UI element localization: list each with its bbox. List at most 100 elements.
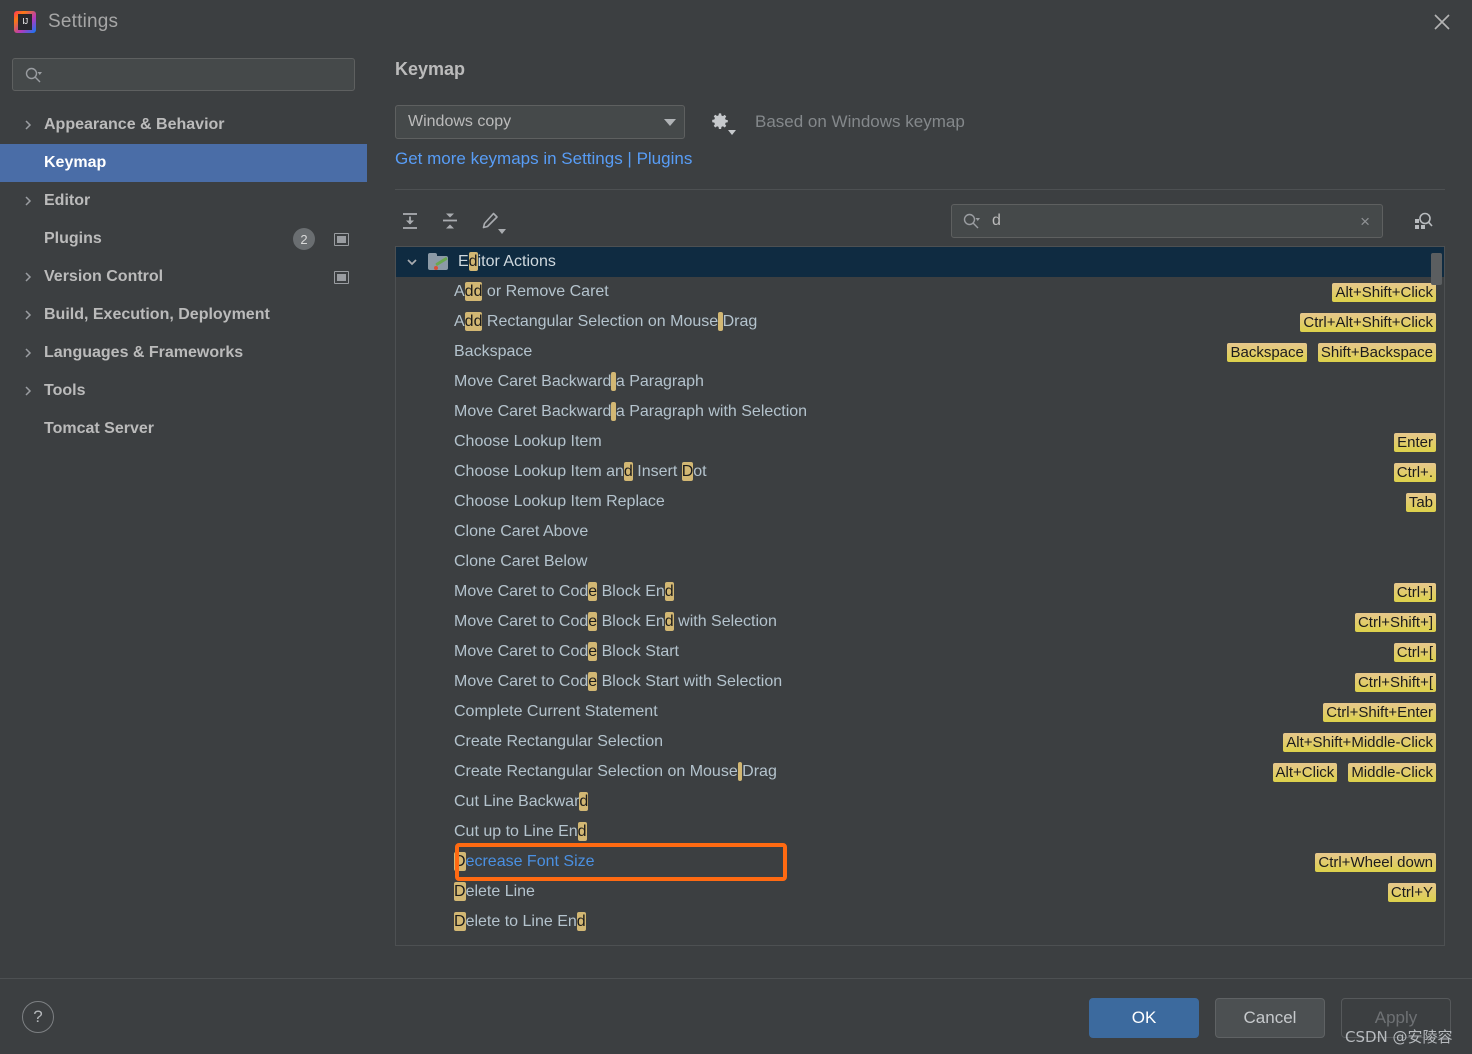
shortcut-chip: Ctrl+Alt+Shift+Click <box>1300 312 1436 332</box>
tree-action-row[interactable]: Delete Line Ctrl+Y <box>396 877 1444 907</box>
chevron-right-icon <box>22 271 44 283</box>
clear-search-icon[interactable]: × <box>1360 213 1370 230</box>
app-logo-text: IJ <box>22 17 28 26</box>
tree-action-row[interactable]: Move Caret to Code Block End Ctrl+] <box>396 577 1444 607</box>
sidebar-search-input[interactable] <box>50 66 354 83</box>
expand-all-icon[interactable] <box>393 204 427 238</box>
sidebar-item-languages-and-frameworks[interactable]: Languages & Frameworks <box>0 334 367 372</box>
get-more-keymaps-link[interactable]: Get more keymaps in Settings | Plugins <box>395 149 692 169</box>
search-match-highlight: dd <box>464 312 483 331</box>
search-match-highlight: d <box>577 822 587 841</box>
search-match-highlight: d <box>623 462 633 481</box>
search-match-highlight <box>718 312 723 331</box>
tree-row-label: Delete to Line End <box>454 912 586 931</box>
sidebar-item-editor[interactable]: Editor <box>0 182 367 220</box>
chevron-right-icon <box>22 309 44 321</box>
tree-row-label: Move Caret to Code Block End <box>454 582 674 601</box>
tree-scrollbar[interactable] <box>1430 248 1443 945</box>
tree-action-row[interactable]: Cut up to Line End <box>396 817 1444 847</box>
search-match-highlight <box>611 372 616 391</box>
app-logo-icon: IJ <box>14 11 36 33</box>
search-match-highlight: D <box>454 852 466 871</box>
ok-button[interactable]: OK <box>1089 998 1199 1038</box>
sidebar-item-tools[interactable]: Tools <box>0 372 367 410</box>
tree-action-row[interactable]: Backspace Backspace Shift+Backspace <box>396 337 1444 367</box>
tree-row-label: Create Rectangular Selection <box>454 733 664 750</box>
tree-action-row[interactable]: Add or Remove Caret Alt+Shift+Click <box>396 277 1444 307</box>
title-bar: IJ Settings <box>0 0 1472 44</box>
tree-action-row[interactable]: Move Caret to Code Block Start with Sele… <box>396 667 1444 697</box>
tree-action-row[interactable]: Delete to Line End <box>396 907 1444 937</box>
sidebar-item-build-execution-deployment[interactable]: Build, Execution, Deployment <box>0 296 367 334</box>
shortcut-chip: Backspace <box>1227 342 1307 362</box>
tree-action-row[interactable]: Clone Caret Above <box>396 517 1444 547</box>
sidebar-item-label: Appearance & Behavior <box>44 116 225 133</box>
keymap-actions-tree[interactable]: Editor Actions Add or Remove Caret Alt+Shi… <box>395 246 1445 946</box>
settings-sidebar: Appearance & Behavior Keymap Editor Plug… <box>0 44 367 978</box>
find-by-shortcut-icon[interactable] <box>1407 206 1439 236</box>
tree-action-row[interactable]: Move Caret Backward a Paragraph <box>396 367 1444 397</box>
window-title: Settings <box>48 11 119 32</box>
tree-action-row[interactable]: Create Rectangular Selection Alt+Shift+Mi… <box>396 727 1444 757</box>
chevron-right-icon <box>22 195 44 207</box>
sidebar-item-keymap[interactable]: Keymap <box>0 144 367 182</box>
close-icon[interactable] <box>1412 0 1472 44</box>
tree-row-label: Add or Remove Caret <box>454 282 609 301</box>
keymap-panel: Keymap Windows copy Based on Windows key… <box>367 44 1472 978</box>
collapse-all-icon[interactable] <box>433 204 467 238</box>
tree-action-row[interactable]: Choose Lookup Item Replace Tab <box>396 487 1444 517</box>
tree-row-shortcuts: Ctrl+Y <box>1387 882 1436 902</box>
tree-row-label: Choose Lookup Item Replace <box>454 493 665 510</box>
sidebar-item-tomcat-server[interactable]: Tomcat Server <box>0 410 367 448</box>
sidebar-item-version-control[interactable]: Version Control <box>0 258 367 296</box>
project-scope-icon <box>334 232 349 246</box>
tree-group-row[interactable]: Editor Actions <box>396 247 1444 277</box>
sidebar-item-label: Editor <box>44 192 91 209</box>
tree-action-row[interactable]: Move Caret to Code Block End with Select… <box>396 607 1444 637</box>
chevron-down-icon <box>498 229 506 234</box>
tree-action-row[interactable]: Choose Lookup Item Enter <box>396 427 1444 457</box>
chevron-right-icon <box>22 347 44 359</box>
gear-icon[interactable] <box>707 109 736 135</box>
keymap-search-value: d <box>992 212 1001 229</box>
tree-row-label: Choose Lookup Item and Insert Dot <box>454 462 707 481</box>
edit-pencil-icon[interactable] <box>473 204 507 238</box>
keymap-select-value: Windows copy <box>408 113 512 130</box>
keymap-select[interactable]: Windows copy <box>395 105 685 139</box>
tree-action-row[interactable]: Complete Current Statement Ctrl+Shift+Ent… <box>396 697 1444 727</box>
sidebar-item-plugins[interactable]: Plugins 2 <box>0 220 367 258</box>
page-title: Keymap <box>395 59 466 79</box>
tree-action-row[interactable]: Create Rectangular Selection on Mouse Dr… <box>396 757 1444 787</box>
tree-row-label: Move Caret Backward a Paragraph <box>454 372 704 391</box>
tree-action-row[interactable]: Move Caret Backward a Paragraph with Sel… <box>396 397 1444 427</box>
project-scope-icon <box>334 270 349 284</box>
tree-row-label: Choose Lookup Item <box>454 433 602 450</box>
shortcut-chip: Ctrl+Wheel down <box>1315 852 1436 872</box>
search-match-highlight: e <box>588 642 598 661</box>
sidebar-search-box[interactable] <box>12 58 355 91</box>
tree-action-row[interactable]: Add Rectangular Selection on Mouse Drag C… <box>396 307 1444 337</box>
sidebar-item-appearance-and-behavior[interactable]: Appearance & Behavior <box>0 106 367 144</box>
based-on-label: Based on Windows keymap <box>755 112 965 131</box>
chevron-right-icon <box>22 385 44 397</box>
tree-action-row[interactable]: Move Caret to Code Block Start Ctrl+[ <box>396 637 1444 667</box>
settings-dialog: IJ Settings Appearance & Behavior Keymap… <box>0 0 1472 1054</box>
search-icon <box>962 212 980 230</box>
tree-action-row[interactable]: Choose Lookup Item and Insert Dot Ctrl+. <box>396 457 1444 487</box>
sidebar-item-label: Plugins <box>44 230 102 247</box>
search-match-highlight: d <box>664 612 674 631</box>
help-button[interactable]: ? <box>22 1001 54 1033</box>
tree-action-row[interactable]: Cut Line Backward <box>396 787 1444 817</box>
sidebar-item-label: Tomcat Server <box>44 420 154 437</box>
keymap-search-box[interactable]: d × <box>951 204 1383 238</box>
chevron-down-icon[interactable] <box>396 255 428 269</box>
cancel-button[interactable]: Cancel <box>1215 998 1325 1038</box>
tree-scrollbar-thumb[interactable] <box>1431 253 1442 285</box>
watermark: CSDN @安陵容 <box>1345 1028 1453 1046</box>
editor-actions-folder-icon <box>428 253 450 271</box>
tree-row-label: Cut Line Backward <box>454 792 589 811</box>
tree-row-shortcuts: Alt+Click Middle-Click <box>1272 762 1436 782</box>
tree-action-row[interactable]: Clone Caret Below <box>396 547 1444 577</box>
search-match-highlight: d <box>664 582 674 601</box>
tree-action-row[interactable]: Decrease Font Size Ctrl+Wheel down <box>396 847 1444 877</box>
